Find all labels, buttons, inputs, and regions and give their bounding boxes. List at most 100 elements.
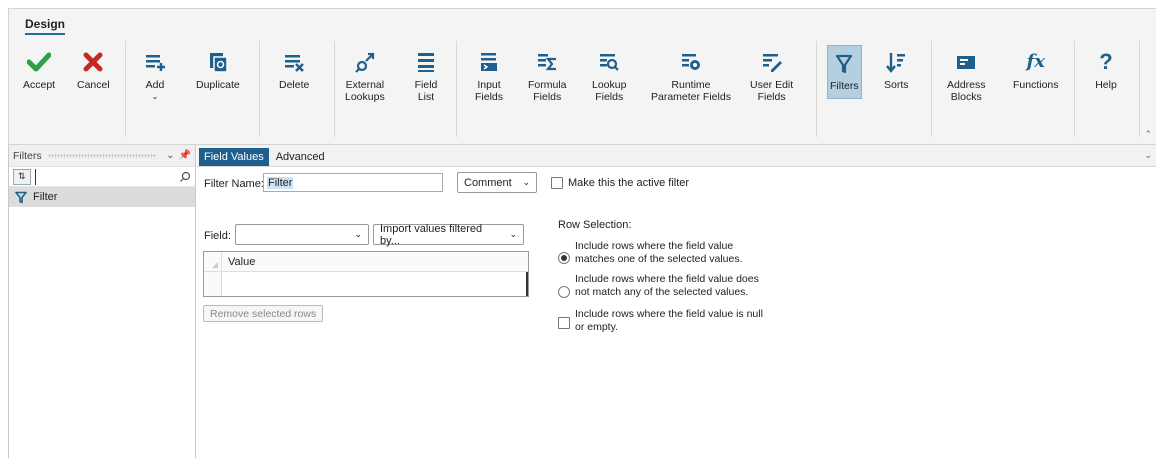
gear-list-icon — [679, 49, 703, 75]
filter-name-value: Filter — [267, 176, 294, 189]
lookup-fields-label: Lookup Fields — [592, 79, 627, 103]
row-header[interactable] — [204, 272, 222, 296]
functions-button[interactable]: fx Functions — [1013, 49, 1059, 92]
add-label: Add — [145, 79, 165, 91]
accept-label: Accept — [23, 79, 56, 91]
filters-label: Filters — [830, 80, 859, 92]
input-fields-button[interactable]: Input Fields — [475, 49, 503, 103]
duplicate-icon — [206, 49, 230, 75]
field-select[interactable]: ⌄ — [235, 224, 369, 245]
filter-list-item[interactable]: Filter — [9, 187, 195, 207]
radio-not-match-selected-label: Include rows where the field value does … — [575, 273, 759, 298]
sorts-button[interactable]: Sorts — [884, 49, 909, 91]
runtime-parameter-fields-label: Runtime Parameter Fields — [651, 79, 731, 103]
x-icon — [81, 49, 105, 75]
delete-button[interactable]: Delete — [279, 49, 309, 91]
separator — [931, 41, 932, 137]
chevron-down-icon[interactable]: ⌄ — [166, 150, 174, 161]
accept-button[interactable]: Accept — [23, 49, 55, 91]
external-lookups-label: External Lookups — [345, 79, 385, 103]
lookup-fields-button[interactable]: Lookup Fields — [592, 49, 626, 103]
ribbon-tab-design[interactable]: Design — [25, 17, 66, 35]
comment-button[interactable]: Comment ⌄ — [457, 172, 537, 193]
field-list-label: Field List — [414, 79, 438, 103]
remove-selected-rows-button[interactable]: Remove selected rows — [203, 305, 324, 322]
values-grid[interactable]: Value — [203, 251, 529, 297]
filters-search-row: ⇅ — [9, 167, 195, 187]
radio-not-match-selected[interactable] — [558, 286, 570, 298]
value-cell[interactable] — [222, 272, 528, 296]
delete-list-icon — [282, 49, 306, 75]
filter-icon — [15, 191, 27, 204]
filters-pane: Filters ⌄ 📌 ⇅ Filter — [8, 145, 196, 458]
radio-match-selected-label: Include rows where the field value match… — [575, 240, 743, 265]
tab-field-values[interactable]: Field Values — [199, 148, 269, 166]
collapse-ribbon-icon[interactable]: ⌃ — [1144, 129, 1152, 140]
value-column-header[interactable]: Value — [222, 256, 255, 268]
help-button[interactable]: ? Help — [1094, 49, 1118, 92]
functions-label: Functions — [1013, 79, 1059, 91]
external-lookup-icon — [353, 49, 377, 75]
chevron-down-icon: ⌄ — [522, 177, 530, 187]
separator — [1139, 41, 1140, 137]
import-values-button[interactable]: Import values filtered by... ⌄ — [373, 222, 524, 247]
add-button[interactable]: Add ⌄ — [143, 49, 167, 103]
pin-icon[interactable]: 📌 — [179, 150, 191, 161]
include-null-label: Include rows where the field value is nu… — [575, 308, 763, 333]
separator — [816, 41, 817, 137]
address-block-icon — [954, 49, 978, 75]
active-filter-checkbox[interactable] — [551, 177, 563, 189]
checkmark-icon — [27, 49, 52, 75]
help-icon: ? — [1099, 49, 1113, 74]
include-null-checkbox[interactable] — [558, 317, 570, 329]
table-row[interactable] — [204, 272, 528, 296]
filters-search-input[interactable] — [34, 168, 178, 185]
duplicate-label: Duplicate — [196, 79, 240, 91]
list-icon — [414, 49, 438, 75]
filter-name-label: Filter Name: — [204, 178, 264, 190]
cancel-label: Cancel — [77, 79, 110, 91]
values-grid-header: Value — [204, 252, 528, 272]
filter-icon — [832, 50, 856, 76]
import-values-label: Import values filtered by... — [380, 222, 483, 247]
chevron-down-icon: ⌄ — [354, 229, 362, 239]
separator — [259, 41, 260, 137]
separator — [125, 41, 126, 137]
help-label: Help — [1095, 79, 1117, 91]
user-edit-fields-label: User Edit Fields — [750, 79, 794, 103]
formula-fields-button[interactable]: Formula Fields — [528, 49, 567, 103]
separator — [1074, 41, 1075, 137]
chevron-down-icon: ⌄ — [509, 229, 517, 239]
chevron-down-icon: ⌄ — [151, 92, 159, 101]
duplicate-button[interactable]: Duplicate — [196, 49, 240, 91]
filters-button[interactable]: Filters — [827, 45, 862, 99]
field-label: Field: — [204, 230, 231, 242]
field-list-button[interactable]: Field List — [414, 49, 438, 103]
ribbon: Design Accept Cancel Add ⌄ Duplicate Del… — [8, 8, 1156, 145]
tab-advanced[interactable]: Advanced — [271, 148, 330, 166]
editor-tabs: Field Values Advanced ⌄ — [197, 145, 1156, 167]
active-filter-label: Make this the active filter — [568, 177, 690, 189]
radio-match-selected[interactable] — [558, 252, 570, 264]
lookup-icon — [597, 49, 621, 75]
address-blocks-label: Address Blocks — [947, 79, 986, 103]
search-icon[interactable] — [178, 171, 194, 183]
address-blocks-button[interactable]: Address Blocks — [947, 49, 986, 103]
select-all-corner[interactable] — [204, 252, 222, 271]
runtime-parameter-fields-button[interactable]: Runtime Parameter Fields — [651, 49, 731, 103]
cancel-button[interactable]: Cancel — [77, 49, 110, 91]
filters-pane-header: Filters ⌄ 📌 — [9, 145, 195, 167]
chevron-down-icon[interactable]: ⌄ — [1144, 150, 1152, 161]
sort-az-icon[interactable]: ⇅ — [13, 168, 31, 185]
sorts-label: Sorts — [884, 79, 909, 91]
external-lookups-button[interactable]: External Lookups — [345, 49, 385, 103]
add-list-icon — [143, 49, 167, 75]
filter-editor: Field Values Advanced ⌄ Filter Name: Fil… — [197, 145, 1156, 458]
formula-fields-label: Formula Fields — [528, 79, 567, 103]
function-fx-icon: fx — [1026, 51, 1045, 72]
filters-pane-title: Filters — [13, 149, 42, 162]
user-edit-fields-button[interactable]: User Edit Fields — [750, 49, 793, 103]
drag-grip[interactable] — [47, 153, 157, 158]
filter-name-input[interactable]: Filter — [263, 173, 443, 192]
sort-icon — [884, 49, 908, 75]
